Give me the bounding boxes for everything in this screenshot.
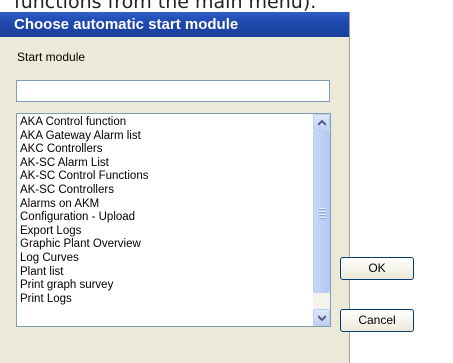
chevron-up-icon	[318, 120, 326, 126]
list-item[interactable]: Configuration - Upload	[17, 211, 313, 225]
scroll-down-button[interactable]	[313, 309, 330, 326]
cancel-button[interactable]: Cancel	[340, 309, 414, 332]
list-item[interactable]: Log Curves	[17, 252, 313, 266]
list-item[interactable]: AK-SC Controllers	[17, 184, 313, 198]
list-item[interactable]: AK-SC Control Functions	[17, 170, 313, 184]
start-module-input[interactable]	[16, 80, 330, 102]
list-item[interactable]: AKA Control function	[17, 116, 313, 130]
scroll-thumb[interactable]	[313, 131, 330, 293]
scroll-up-button[interactable]	[313, 114, 330, 131]
list-item[interactable]: Print graph survey	[17, 279, 313, 293]
grip-icon	[319, 208, 326, 220]
background-text: functions from the main menu).	[14, 0, 317, 12]
list-item[interactable]: AKA Gateway Alarm list	[17, 130, 313, 144]
list-item[interactable]: AK-SC Alarm List	[17, 157, 313, 171]
list-item[interactable]: Print Logs	[17, 293, 313, 307]
list-item[interactable]: AKC Controllers	[17, 143, 313, 157]
start-module-dialog: Choose automatic start module Start modu…	[0, 12, 350, 363]
start-module-label: Start module	[17, 50, 86, 64]
list-item[interactable]: Graphic Plant Overview	[17, 238, 313, 252]
list-item[interactable]: Plant list	[17, 266, 313, 280]
chevron-down-icon	[318, 315, 326, 321]
list-item[interactable]: Alarms on AKM	[17, 198, 313, 212]
module-list: AKA Control function AKA Gateway Alarm l…	[17, 116, 313, 306]
module-listbox[interactable]: AKA Control function AKA Gateway Alarm l…	[16, 113, 331, 327]
title-bar[interactable]: Choose automatic start module	[0, 12, 349, 37]
list-item[interactable]: Export Logs	[17, 225, 313, 239]
vertical-scrollbar[interactable]	[313, 114, 330, 326]
ok-button[interactable]: OK	[340, 257, 414, 280]
dialog-title: Choose automatic start module	[14, 16, 239, 33]
background-page-text: functions from the main menu).	[0, 0, 453, 12]
